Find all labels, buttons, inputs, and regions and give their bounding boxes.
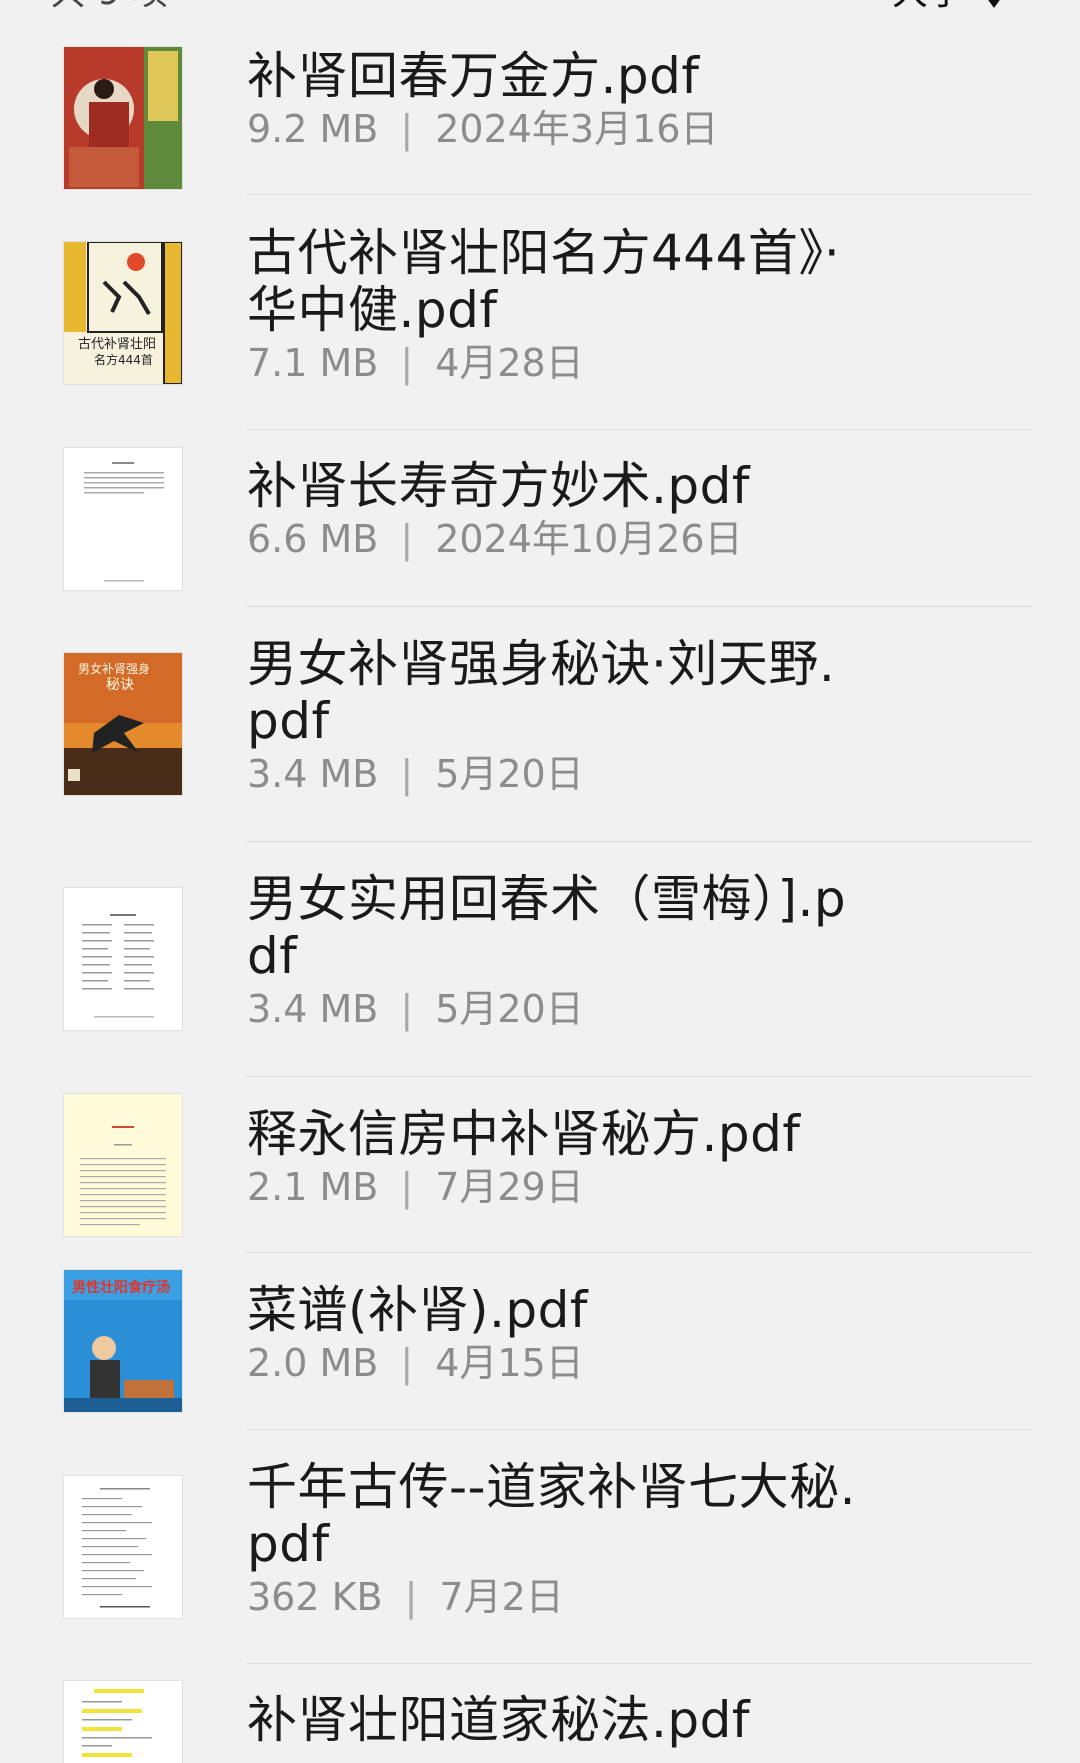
meta-separator: | bbox=[400, 987, 414, 1031]
file-text: 补肾壮阳道家秘法.pdf bbox=[247, 1692, 857, 1749]
file-date: 7月29日 bbox=[435, 1165, 584, 1209]
svg-text:男女补肾强身: 男女补肾强身 bbox=[78, 661, 150, 676]
file-name: 古代补肾壮阳名方444首》·华中健.pdf bbox=[247, 224, 841, 339]
file-size: 2.1 MB bbox=[247, 1165, 379, 1209]
file-size: 9.2 MB bbox=[247, 107, 379, 151]
file-date: 5月20日 bbox=[435, 987, 584, 1031]
svg-text:男性壮阳食疗汤: 男性壮阳食疗汤 bbox=[72, 1279, 170, 1296]
file-text: 释永信房中补肾秘方.pdf 2.1 MB | 7月29日 bbox=[247, 1105, 857, 1210]
file-date: 4月28日 bbox=[435, 341, 584, 385]
file-name: 补肾长寿奇方妙术.pdf bbox=[247, 457, 750, 515]
file-name: 补肾回春万金方.pdf bbox=[247, 47, 700, 105]
sort-arrow-icon bbox=[978, 0, 1010, 8]
meta-separator: | bbox=[400, 752, 414, 796]
file-name: 补肾壮阳道家秘法.pdf bbox=[247, 1691, 750, 1749]
cover-illustrated-blue-icon: 男性壮阳食疗汤 bbox=[64, 1270, 182, 1412]
file-text: 古代补肾壮阳名方444首》·华中健.pdf 7.1 MB | 4月28日 bbox=[247, 224, 857, 386]
meta-separator: | bbox=[400, 517, 414, 561]
row-divider bbox=[247, 841, 1032, 842]
svg-text:名方444首: 名方444首 bbox=[94, 352, 153, 367]
file-meta: 3.4 MB | 5月20日 bbox=[247, 987, 857, 1031]
file-size: 3.4 MB bbox=[247, 752, 379, 796]
file-meta: 3.4 MB | 5月20日 bbox=[247, 752, 857, 796]
row-divider bbox=[247, 606, 1032, 607]
file-meta: 6.6 MB | 2024年10月26日 bbox=[247, 517, 857, 561]
page-table-of-contents-icon bbox=[64, 888, 182, 1030]
file-date: 4月15日 bbox=[435, 1341, 584, 1385]
file-name: 男女实用回春术（雪梅）].pdf bbox=[247, 870, 847, 985]
file-size: 362 KB bbox=[247, 1575, 383, 1619]
row-divider bbox=[247, 1663, 1032, 1664]
file-meta: 9.2 MB | 2024年3月16日 bbox=[247, 107, 857, 151]
file-name: 男女补肾强身秘诀·刘天野.pdf bbox=[247, 635, 836, 750]
row-divider bbox=[247, 1429, 1032, 1430]
file-date: 2024年3月16日 bbox=[435, 107, 719, 151]
page-text-icon bbox=[64, 448, 182, 590]
file-text: 补肾长寿奇方妙术.pdf 6.6 MB | 2024年10月26日 bbox=[247, 457, 857, 562]
file-meta: 2.1 MB | 7月29日 bbox=[247, 1165, 857, 1209]
cover-illustrated-red-icon bbox=[64, 47, 182, 189]
row-divider bbox=[247, 1076, 1032, 1077]
row-divider bbox=[247, 429, 1032, 430]
file-name: 菜谱(补肾).pdf bbox=[247, 1281, 588, 1339]
list-header: 共 9 项 大小 bbox=[0, 0, 1080, 18]
cover-illustrated-yellow-icon: 古代补肾壮阳 名方444首 bbox=[64, 242, 182, 384]
file-name: 释永信房中补肾秘方.pdf bbox=[247, 1105, 801, 1163]
file-list-screen: 共 9 项 大小 补肾回春万金方.pdf bbox=[0, 0, 1080, 1763]
sort-label: 大小 bbox=[892, 0, 964, 18]
file-size: 6.6 MB bbox=[247, 517, 379, 561]
sort-button[interactable]: 大小 bbox=[892, 0, 1010, 18]
meta-separator: | bbox=[400, 107, 414, 151]
file-meta: 7.1 MB | 4月28日 bbox=[247, 341, 857, 385]
row-divider bbox=[247, 1252, 1032, 1253]
file-size: 3.4 MB bbox=[247, 987, 379, 1031]
meta-separator: | bbox=[400, 1165, 414, 1209]
meta-separator: | bbox=[404, 1575, 418, 1619]
file-size: 7.1 MB bbox=[247, 341, 379, 385]
cover-illustrated-orange-icon: 男女补肾强身 秘诀 bbox=[64, 653, 182, 795]
file-size: 2.0 MB bbox=[247, 1341, 379, 1385]
file-text: 男女补肾强身秘诀·刘天野.pdf 3.4 MB | 5月20日 bbox=[247, 635, 857, 797]
file-meta: 2.0 MB | 4月15日 bbox=[247, 1341, 857, 1385]
page-yellow-text-icon bbox=[64, 1094, 182, 1236]
file-date: 5月20日 bbox=[435, 752, 584, 796]
svg-text:秘诀: 秘诀 bbox=[106, 677, 134, 693]
file-text: 补肾回春万金方.pdf 9.2 MB | 2024年3月16日 bbox=[247, 47, 857, 152]
meta-separator: | bbox=[400, 1341, 414, 1385]
file-text: 千年古传--道家补肾七大秘.pdf 362 KB | 7月2日 bbox=[247, 1458, 857, 1620]
svg-text:古代补肾壮阳: 古代补肾壮阳 bbox=[78, 337, 156, 352]
item-count-label: 共 9 项 bbox=[50, 0, 168, 18]
page-highlighted-text-icon bbox=[64, 1681, 182, 1763]
file-date: 2024年10月26日 bbox=[435, 517, 743, 561]
file-name: 千年古传--道家补肾七大秘.pdf bbox=[247, 1458, 856, 1573]
file-text: 男女实用回春术（雪梅）].pdf 3.4 MB | 5月20日 bbox=[247, 870, 857, 1032]
file-date: 7月2日 bbox=[439, 1575, 564, 1619]
page-text-icon bbox=[64, 1476, 182, 1618]
file-text: 菜谱(补肾).pdf 2.0 MB | 4月15日 bbox=[247, 1281, 857, 1386]
meta-separator: | bbox=[400, 341, 414, 385]
row-divider bbox=[247, 194, 1032, 195]
file-meta: 362 KB | 7月2日 bbox=[247, 1575, 857, 1619]
